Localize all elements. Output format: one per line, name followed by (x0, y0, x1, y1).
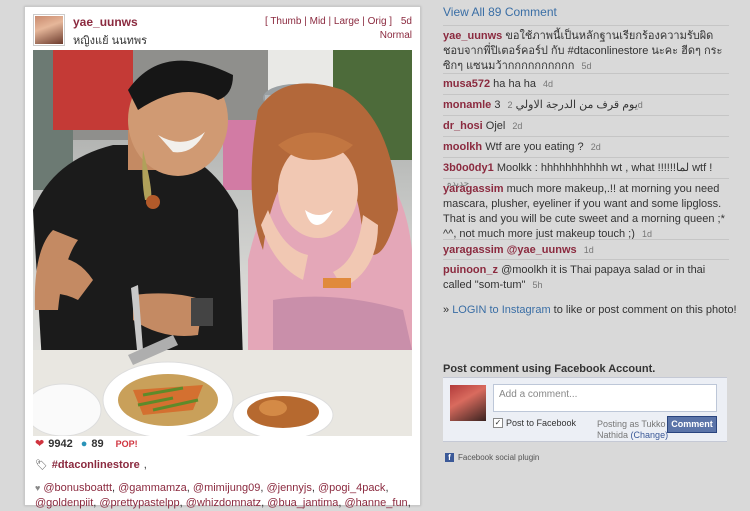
comment-mention-link[interactable]: @yae_uunws (507, 244, 577, 256)
change-account-link[interactable]: (Change) (631, 430, 669, 440)
comment-text: Ojel (485, 120, 506, 132)
mention-link[interactable]: @hanne_fun (345, 497, 408, 509)
login-prompt: » LOGIN to Instagram to like or post com… (443, 304, 737, 316)
comments-panel: View All 89 Comment yae_uunws ขอใช้ภาพนี… (443, 0, 750, 509)
size-thumb-link[interactable]: Thumb (270, 16, 301, 27)
facebook-comment-box: Add a comment... ✓ Post to Facebook Post… (443, 377, 727, 442)
comment-age: 4d (543, 79, 554, 89)
comment-username[interactable]: moolkh (443, 141, 482, 153)
comment-age: 1d (641, 229, 652, 239)
view-all-comments-link[interactable]: View All 89 Comment (443, 5, 557, 19)
post-card: yae_uunws หญิงแย้ นนทพร [ Thumb | Mid | … (24, 6, 421, 509)
comment-item: moolkh Wtf are you eating ? 2d (443, 136, 729, 155)
comment-age: 2d (590, 142, 601, 152)
comment-username[interactable]: yaragassim (443, 183, 504, 195)
post-to-facebook-checkbox[interactable]: ✓ Post to Facebook (493, 418, 576, 428)
photo-illustration (33, 50, 412, 436)
comment-text: Moolkk : hhhhhhhhhhh wt , what !!!!!!لما… (496, 162, 713, 174)
comment-age: 2d (512, 121, 523, 131)
comment-text: ha ha ha (493, 78, 536, 90)
post-photo[interactable] (33, 50, 412, 436)
post-to-facebook-label: Post to Facebook (506, 418, 577, 428)
comment-username[interactable]: yae_uunws (443, 30, 502, 42)
like-count: 9942 (48, 437, 73, 450)
size-orig-link[interactable]: Orig (368, 16, 387, 27)
facebook-plugin-footer: f Facebook social plugin (445, 453, 539, 462)
post-stats: ❤ 9942 ● 89 POP! (35, 437, 138, 451)
pop-badge: POP! (115, 438, 138, 449)
mention-link[interactable]: @gammamza (118, 482, 187, 494)
comment-item: yae_uunws ขอใช้ภาพนี้เป็นหลักฐานเรียกร้อ… (443, 25, 729, 74)
comment-username[interactable]: yaragassim (443, 244, 504, 256)
posting-as-text: Posting as Tukko Nathida (Change) (597, 419, 669, 440)
hashtag-link[interactable]: #dtaconlinestore (52, 459, 140, 471)
mention-link[interactable]: @mimijung09 (193, 482, 260, 494)
facebook-comment-title: Post comment using Facebook Account. (443, 363, 656, 375)
tag-icon: 🏷 (35, 459, 48, 471)
checkbox-icon[interactable]: ✓ (493, 418, 503, 428)
facebook-avatar (450, 385, 486, 421)
comment-item: dr_hosi Ojel 2d (443, 115, 729, 134)
mention-link[interactable]: @prettypastelpp (99, 497, 179, 509)
login-link[interactable]: LOGIN to Instagram (452, 304, 550, 316)
comment-text: Wtf are you eating ? (485, 141, 584, 153)
comment-username[interactable]: musa572 (443, 78, 490, 90)
heart-small-icon: ♥ (35, 483, 41, 493)
mention-link[interactable]: @bonusboattt (43, 482, 112, 494)
comment-age: 5h (532, 280, 543, 290)
facebook-icon: f (445, 453, 454, 462)
post-tags: 🏷 #dtaconlinestore, (35, 459, 147, 471)
comment-item: puinoon_z @moolkh it is Thai papaya sala… (443, 259, 729, 293)
comment-item: yaragassim @yae_uunws 1d (443, 239, 729, 258)
facebook-comment-input[interactable]: Add a comment... (493, 384, 717, 412)
comment-username[interactable]: puinoon_z (443, 264, 498, 276)
comment-count: 89 (91, 437, 104, 450)
size-large-link[interactable]: Large (334, 16, 360, 27)
comment-username[interactable]: 3b0o0dy1 (443, 162, 494, 174)
mention-link[interactable]: @bua_jantima (267, 497, 338, 509)
comment-age: 1d (583, 245, 594, 255)
comment-text: 3 يوم قرف من الدرجة الاولي (494, 99, 638, 111)
post-mentions: ♥ @bonusboattt, @gammamza, @mimijung09, @… (35, 482, 411, 509)
size-mid-link[interactable]: Mid (310, 16, 326, 27)
mention-link[interactable]: @pogi_4pack (318, 482, 385, 494)
image-size-links: [ Thumb | Mid | Large | Orig ] 5d (264, 16, 412, 27)
comment-item: musa572 ha ha ha 4d (443, 73, 729, 92)
comment-bubble-icon: ● (80, 437, 88, 450)
heart-icon[interactable]: ❤ (35, 437, 44, 450)
mention-link[interactable]: @goldenpiit (35, 497, 93, 509)
size-note: Normal (379, 30, 412, 41)
comment-item: yaragassim much more makeup,.!! at morni… (443, 178, 729, 242)
post-age: 5d (400, 16, 412, 27)
comment-button[interactable]: Comment (667, 416, 717, 433)
post-username[interactable]: yae_uunws (73, 15, 138, 29)
user-avatar[interactable] (33, 14, 65, 46)
comment-item: monamle 3 يوم قرف من الدرجة الاولي 2d (443, 94, 729, 113)
comment-age: 5d (581, 61, 592, 71)
comment-username[interactable]: monamle (443, 99, 491, 111)
post-fullname: หญิงแย้ นนทพร (73, 35, 148, 47)
comment-username[interactable]: dr_hosi (443, 120, 483, 132)
mention-link[interactable]: @whizdomnatz (186, 497, 261, 509)
mention-link[interactable]: @jennyjs (266, 482, 311, 494)
